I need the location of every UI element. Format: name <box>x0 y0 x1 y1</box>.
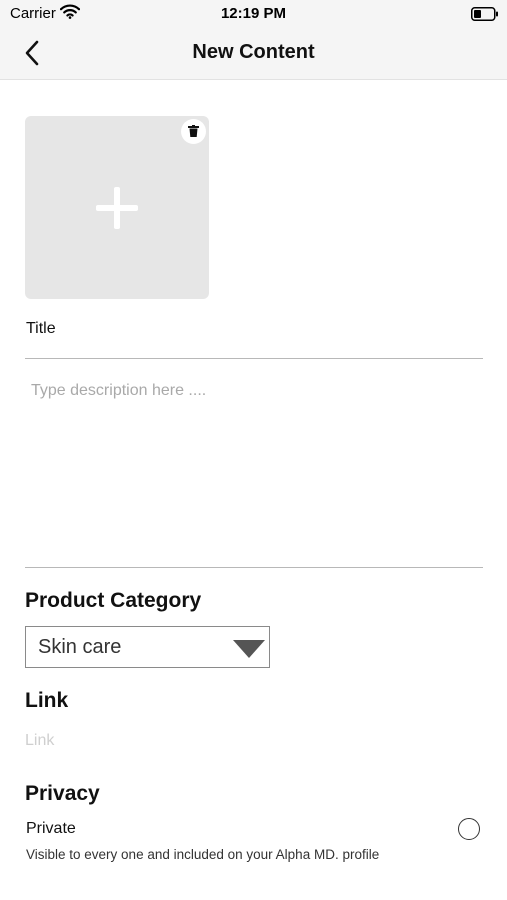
title-label: Title <box>26 320 56 337</box>
triangle-down-icon <box>233 640 265 663</box>
product-category-heading: Product Category <box>25 589 202 612</box>
description-field[interactable] <box>25 372 483 558</box>
privacy-heading: Privacy <box>25 782 100 805</box>
delete-image-button[interactable] <box>181 119 206 144</box>
private-option-description: Visible to every one and included on you… <box>26 847 380 862</box>
navigation-bar: New Content <box>0 28 507 80</box>
page-title: New Content <box>192 41 315 63</box>
product-category-value: Skin care <box>38 636 122 658</box>
description-divider <box>25 567 483 568</box>
plus-icon <box>96 187 138 234</box>
link-heading: Link <box>25 689 69 712</box>
status-bar: Carrier 12:19 PM <box>0 0 507 28</box>
private-radio-button[interactable] <box>458 818 480 840</box>
status-time: 12:19 PM <box>220 5 287 22</box>
add-image-button[interactable] <box>25 116 209 299</box>
product-category-select[interactable]: Skin care <box>25 626 270 668</box>
title-divider <box>25 358 483 359</box>
link-input[interactable] <box>25 730 325 752</box>
battery-icon <box>471 7 499 26</box>
trash-icon <box>188 125 199 137</box>
private-option-label: Private <box>26 820 76 837</box>
